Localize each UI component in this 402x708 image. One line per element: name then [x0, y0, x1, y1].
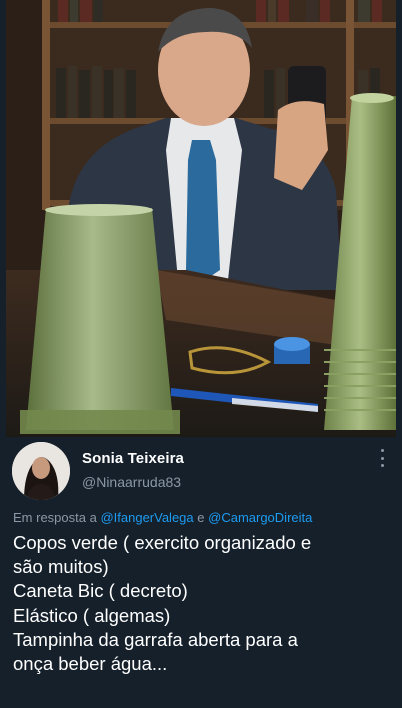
- dot: [380, 464, 384, 467]
- tweet-text-line: onça beber água...: [13, 653, 168, 675]
- tweet-text-line: Caneta Bic ( decreto): [13, 580, 188, 602]
- user-handle[interactable]: @Ninaarruda83: [82, 474, 181, 490]
- reply-context: Em resposta a @IfangerValega e @CamargoD…: [13, 510, 312, 525]
- reply-prefix: Em resposta a: [13, 510, 97, 525]
- display-name[interactable]: Sonia Teixeira: [82, 450, 184, 467]
- tweet-text-line: são muitos): [13, 556, 109, 578]
- reply-mention-link[interactable]: @IfangerValega: [100, 510, 193, 525]
- tweet-text-line: Tampinha da garrafa aberta para a: [13, 628, 298, 650]
- dot: [380, 456, 384, 460]
- avatar[interactable]: [12, 442, 70, 500]
- tweet-photo[interactable]: [6, 0, 396, 437]
- avatar-image: [12, 442, 70, 500]
- tweet-text-line: Copos verde ( exercito organizado e: [13, 532, 312, 553]
- reply-mention-link[interactable]: @CamargoDireita: [208, 510, 312, 525]
- dot: [380, 449, 384, 452]
- tweet-text-line: Elástico ( algemas): [13, 604, 171, 626]
- tweet-text: Copos verde ( exercito organizado e são …: [13, 531, 398, 676]
- more-options-icon[interactable]: [376, 449, 388, 467]
- photo-scene: [6, 0, 396, 437]
- reply-conjunction: e: [197, 510, 205, 525]
